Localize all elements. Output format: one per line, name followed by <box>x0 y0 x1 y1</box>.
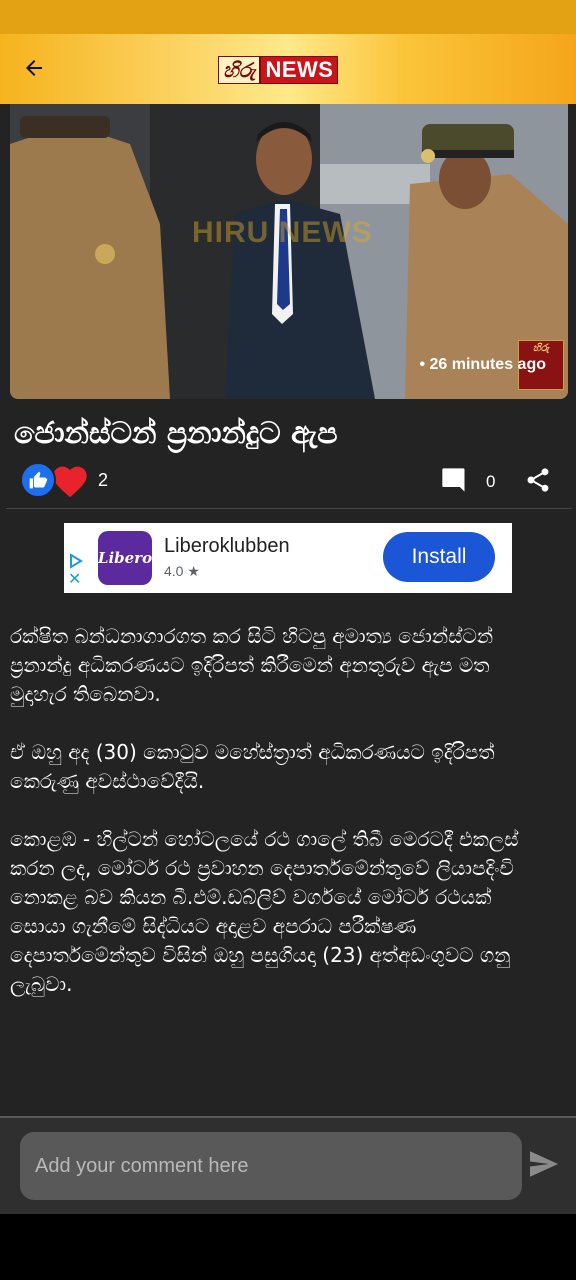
comment-icon <box>442 468 465 492</box>
article-paragraph: ඒ ඔහු අද (30) කොටුව මහේස්ත්‍රාත් අධිකරණය… <box>10 740 495 793</box>
logo-hiru-text: හිරු <box>218 56 261 84</box>
send-icon <box>530 1151 558 1177</box>
hiru-news-logo: හිරු NEWS <box>218 56 339 84</box>
ad-app-name: Liberoklubben <box>164 535 290 557</box>
article-title: ජොන්ස්ටන් ප්‍රනාන්දුට ඇප <box>14 416 338 451</box>
ad-close-icon[interactable]: ✕ <box>68 571 81 587</box>
ad-app-icon-text: Libero <box>97 549 153 567</box>
share-icon <box>527 468 549 492</box>
article-paragraph: රක්ෂිත බන්ධනාගාරගත කර සිටි හිටපු අමාත්‍ය… <box>10 624 494 706</box>
share-button[interactable] <box>524 466 556 498</box>
like-icon <box>20 462 56 498</box>
heart-icon <box>50 460 90 500</box>
hero-watermark: HIRU NEWS <box>192 216 373 249</box>
divider <box>6 508 572 509</box>
reaction-count: 2 <box>98 469 109 490</box>
status-bar <box>0 0 576 34</box>
publish-timestamp: • 26 minutes ago <box>419 356 546 373</box>
article-content: HIRU NEWS හිරු • 26 minutes ago ජොන්ස්ටන… <box>0 104 576 1116</box>
app-header: හිරු NEWS <box>0 34 576 104</box>
ad-rating: 4.0 ★ <box>164 563 200 579</box>
reactions-summary[interactable]: 2 <box>20 460 108 500</box>
ad-app-icon: Libero <box>98 531 152 585</box>
logo-news-text: NEWS <box>260 56 339 84</box>
comment-button[interactable] <box>440 466 472 496</box>
comment-input[interactable] <box>20 1132 522 1200</box>
adchoices-icon[interactable] <box>68 553 84 569</box>
send-button[interactable] <box>528 1150 562 1182</box>
comment-count: 0 <box>486 472 496 491</box>
back-button[interactable] <box>14 48 54 88</box>
hero-logo-text: හිරු <box>532 343 550 354</box>
ad-install-button[interactable]: Install <box>383 532 495 582</box>
article-body: රක්ෂිත බන්ධනාගාරගත කර සිටි හිටපු අමාත්‍ය… <box>10 622 550 1028</box>
comment-bar <box>0 1116 576 1214</box>
system-nav-bar <box>0 1214 576 1280</box>
hero-photo-illustration <box>10 104 568 399</box>
article-paragraph: කොළඹ - හිල්ටන් හෝටලයේ රථ ගාලේ තිබී මෙරටද… <box>10 827 519 996</box>
hero-image[interactable]: HIRU NEWS හිරු • 26 minutes ago <box>10 104 568 399</box>
arrow-left-icon <box>26 60 42 76</box>
ad-banner[interactable]: ✕ Libero Liberoklubben 4.0 ★ Install <box>64 523 512 593</box>
